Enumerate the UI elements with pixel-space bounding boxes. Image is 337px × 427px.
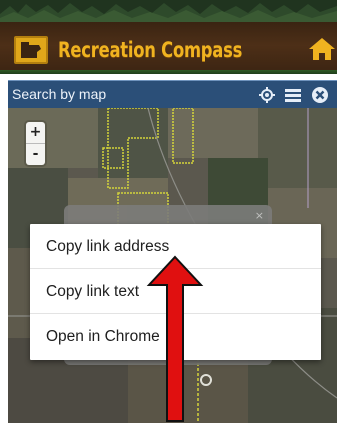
zoom-control: + - [26,122,45,165]
locate-icon[interactable] [258,86,276,104]
popup-close-icon[interactable]: × [255,209,264,222]
minnesota-state-logo-icon[interactable] [14,36,48,64]
red-arrow-annotation [145,255,205,427]
forest-header-strip [0,0,337,22]
home-icon[interactable] [308,36,336,62]
zoom-out-button[interactable]: - [26,143,45,165]
zoom-in-button[interactable]: + [26,122,45,143]
app-title: Recreation Compass [58,38,243,62]
menu-icon[interactable] [284,86,302,104]
map-panel-toolbar: Search by map [8,80,337,108]
close-icon[interactable] [311,86,329,104]
panel-title: Search by map [12,86,107,102]
